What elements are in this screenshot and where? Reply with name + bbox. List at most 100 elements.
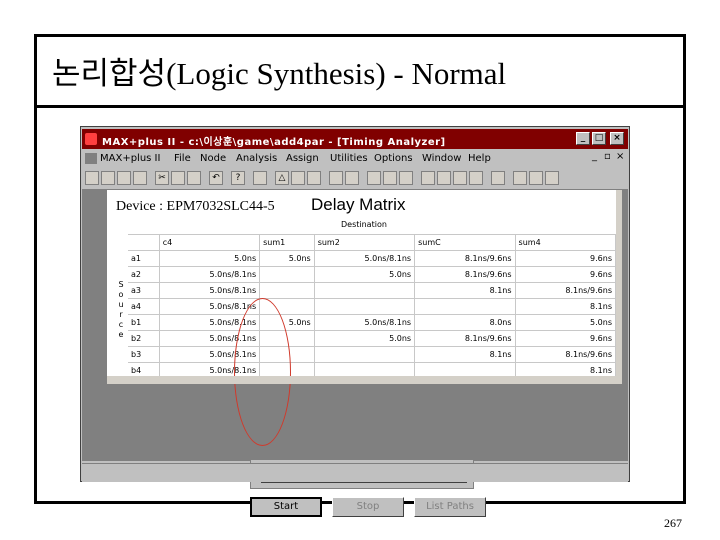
- waveform-icon[interactable]: [421, 171, 435, 185]
- program-icon[interactable]: [345, 171, 359, 185]
- row-source-a1: a1: [128, 250, 160, 267]
- mdi-workspace: Device : EPM7032SLC44-5 Delay Matrix Des…: [82, 189, 628, 517]
- column-header[interactable]: sumC: [414, 234, 516, 251]
- delay-cell[interactable]: 8.1ns/9.6ns: [414, 266, 516, 283]
- delay-cell[interactable]: 5.0ns: [259, 250, 315, 267]
- delay-cell[interactable]: 8.1ns/9.6ns: [515, 346, 617, 363]
- symbol-icon[interactable]: [383, 171, 397, 185]
- table-row[interactable]: a2 5.0ns/8.1ns 5.0ns 8.1ns/9.6ns 9.6ns: [128, 266, 617, 283]
- timing-analyzer-document: Device : EPM7032SLC44-5 Delay Matrix Des…: [106, 189, 622, 446]
- table-row[interactable]: b2 5.0ns/8.1ns 5.0ns 8.1ns/9.6ns 9.6ns: [128, 330, 617, 347]
- menu-node[interactable]: Node: [200, 153, 226, 164]
- vertical-scrollbar[interactable]: [616, 190, 622, 384]
- delay-cell[interactable]: [259, 266, 315, 283]
- simulate-icon[interactable]: [307, 171, 321, 185]
- start-button[interactable]: Start: [250, 497, 322, 517]
- delay-cell[interactable]: 8.1ns/9.6ns: [414, 330, 516, 347]
- menu-help[interactable]: Help: [468, 153, 491, 164]
- delay-cell[interactable]: [414, 298, 516, 315]
- menu-assign[interactable]: Assign: [286, 153, 319, 164]
- delay-cell[interactable]: 8.1ns/9.6ns: [414, 250, 516, 267]
- column-header[interactable]: [128, 234, 160, 251]
- menu-file[interactable]: File: [174, 153, 191, 164]
- column-header[interactable]: sum2: [314, 234, 416, 251]
- delay-cell[interactable]: [314, 298, 416, 315]
- document-menu-icon[interactable]: [85, 153, 97, 164]
- delay-cell[interactable]: 9.6ns: [515, 266, 617, 283]
- paste-icon[interactable]: [187, 171, 201, 185]
- maxplus-app-icon: [85, 133, 97, 145]
- delay-cell[interactable]: 8.1ns: [414, 346, 516, 363]
- print-icon[interactable]: [133, 171, 147, 185]
- maximize-icon[interactable]: □: [592, 132, 606, 145]
- menu-options[interactable]: Options: [374, 153, 413, 164]
- delay-cell[interactable]: [314, 346, 416, 363]
- delay-cell[interactable]: 5.0ns: [314, 330, 416, 347]
- delay-cell[interactable]: 5.0ns/8.1ns: [314, 314, 416, 331]
- warning-icon[interactable]: △: [275, 171, 289, 185]
- delay-cell[interactable]: 5.0ns: [515, 314, 617, 331]
- row-source-b2: b2: [128, 330, 160, 347]
- simulator-icon[interactable]: [453, 171, 467, 185]
- title-divider: [34, 105, 686, 108]
- row-source-b3: b3: [128, 346, 160, 363]
- delay-cell[interactable]: [314, 282, 416, 299]
- delay-cell[interactable]: 9.6ns: [515, 330, 617, 347]
- cut-icon[interactable]: ✂: [155, 171, 169, 185]
- delay-cell[interactable]: 8.1ns: [515, 298, 617, 315]
- delay-cell[interactable]: 9.6ns: [515, 250, 617, 267]
- doc-restore-icon[interactable]: ▫: [604, 151, 611, 162]
- slide-title: 논리합성(Logic Synthesis) - Normal: [52, 56, 507, 91]
- table-row[interactable]: b1 5.0ns/8.1ns 5.0ns 5.0ns/8.1ns 8.0ns 5.0ns: [128, 314, 617, 331]
- menu-window[interactable]: Window: [422, 153, 461, 164]
- timing-icon[interactable]: [329, 171, 343, 185]
- window-title-bar[interactable]: MAX+plus II - c:\이상훈\game\add4par - [Tim…: [82, 129, 628, 149]
- delay-cell[interactable]: 5.0ns: [159, 250, 261, 267]
- delay-cell[interactable]: 8.1ns: [414, 282, 516, 299]
- undo-icon[interactable]: ↶: [209, 171, 223, 185]
- analyzer-icon[interactable]: [469, 171, 483, 185]
- help-icon[interactable]: ?: [231, 171, 245, 185]
- column-header[interactable]: c4: [159, 234, 261, 251]
- delay-cell[interactable]: 5.0ns/8.1ns: [314, 250, 416, 267]
- table-row[interactable]: a1 5.0ns 5.0ns 5.0ns/8.1ns 8.1ns/9.6ns 9.6ns: [128, 250, 617, 267]
- text-editor-icon[interactable]: [399, 171, 413, 185]
- delay-cell[interactable]: 5.0ns/8.1ns: [159, 282, 261, 299]
- table-row[interactable]: a3 5.0ns/8.1ns 8.1ns 8.1ns/9.6ns: [128, 282, 617, 299]
- delay-cell[interactable]: 5.0ns/8.1ns: [159, 266, 261, 283]
- open-icon[interactable]: [101, 171, 115, 185]
- list-paths-button[interactable]: List Paths: [414, 497, 486, 517]
- new-icon[interactable]: [85, 171, 99, 185]
- stop-icon[interactable]: [529, 171, 543, 185]
- copy-icon[interactable]: [171, 171, 185, 185]
- table-row[interactable]: a4 5.0ns/8.1ns 8.1ns: [128, 298, 617, 315]
- menu-analysis[interactable]: Analysis: [236, 153, 277, 164]
- stop-button[interactable]: Stop: [332, 497, 404, 517]
- delay-matrix-title: Delay Matrix: [311, 195, 406, 214]
- close-icon[interactable]: ×: [610, 132, 624, 145]
- delay-cell[interactable]: [259, 282, 315, 299]
- floorplan-icon[interactable]: [367, 171, 381, 185]
- menu-utilities[interactable]: Utilities: [330, 153, 368, 164]
- menu-maxplus[interactable]: MAX+plus II: [100, 153, 160, 164]
- table-row[interactable]: b3 5.0ns/8.1ns 8.1ns 8.1ns/9.6ns: [128, 346, 617, 363]
- page-number: 267: [664, 516, 682, 530]
- delay-cell[interactable]: 8.1ns/9.6ns: [515, 282, 617, 299]
- save-icon[interactable]: [117, 171, 131, 185]
- device-label: Device : EPM7032SLC44-5: [116, 199, 275, 214]
- doc-close-icon[interactable]: ×: [616, 151, 624, 162]
- minimize-icon[interactable]: _: [576, 132, 590, 145]
- compile-icon[interactable]: [291, 171, 305, 185]
- delay-cell[interactable]: 8.0ns: [414, 314, 516, 331]
- row-source-a2: a2: [128, 266, 160, 283]
- programmer-icon[interactable]: [491, 171, 505, 185]
- column-header[interactable]: sum1: [259, 234, 315, 251]
- column-header[interactable]: sum4: [515, 234, 617, 251]
- tool-icon[interactable]: [545, 171, 559, 185]
- horizontal-scrollbar[interactable]: [107, 376, 622, 384]
- delay-cell[interactable]: 5.0ns: [314, 266, 416, 283]
- chart-icon[interactable]: [513, 171, 527, 185]
- doc-minimize-icon[interactable]: _: [592, 151, 597, 162]
- compiler-icon[interactable]: [437, 171, 451, 185]
- hierarchy-icon[interactable]: [253, 171, 267, 185]
